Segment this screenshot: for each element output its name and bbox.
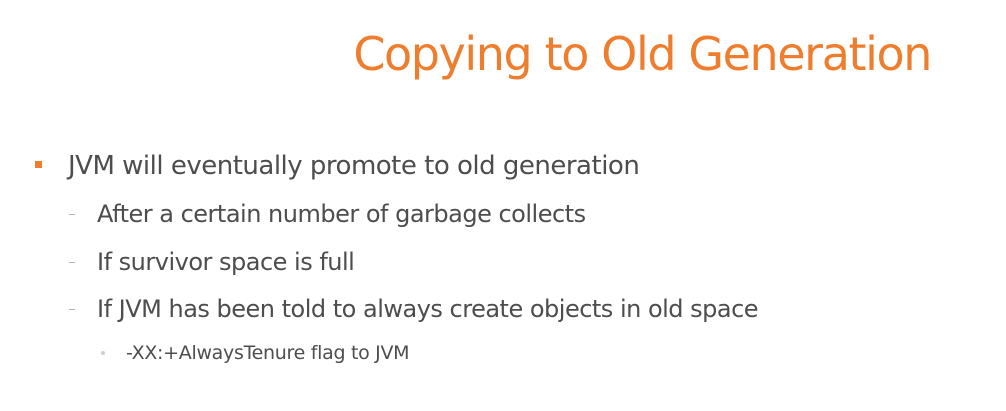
bullet-level-2: If JVM has been told to always create ob… [69, 292, 759, 326]
dash-bullet-icon [69, 214, 75, 215]
dash-bullet-icon [69, 262, 75, 263]
bullet-level-2: If survivor space is full [69, 245, 355, 279]
bullet-text: If survivor space is full [97, 248, 355, 276]
dash-bullet-icon [69, 309, 75, 310]
bullet-text: If JVM has been told to always create ob… [97, 295, 759, 323]
bullet-level-3: -XX:+AlwaysTenure flag to JVM [101, 339, 410, 367]
bullet-level-2: After a certain number of garbage collec… [69, 197, 586, 231]
bullet-text: -XX:+AlwaysTenure flag to JVM [126, 342, 410, 364]
bullet-text: After a certain number of garbage collec… [97, 200, 586, 228]
slide: Copying to Old Generation JVM will event… [0, 0, 1006, 411]
bullet-list: JVM will eventually promote to old gener… [0, 0, 1006, 411]
orange-square-bullet-icon [35, 161, 42, 168]
bullet-text: JVM will eventually promote to old gener… [68, 151, 640, 181]
bullet-level-1: JVM will eventually promote to old gener… [35, 148, 640, 184]
dot-bullet-icon [101, 351, 105, 355]
